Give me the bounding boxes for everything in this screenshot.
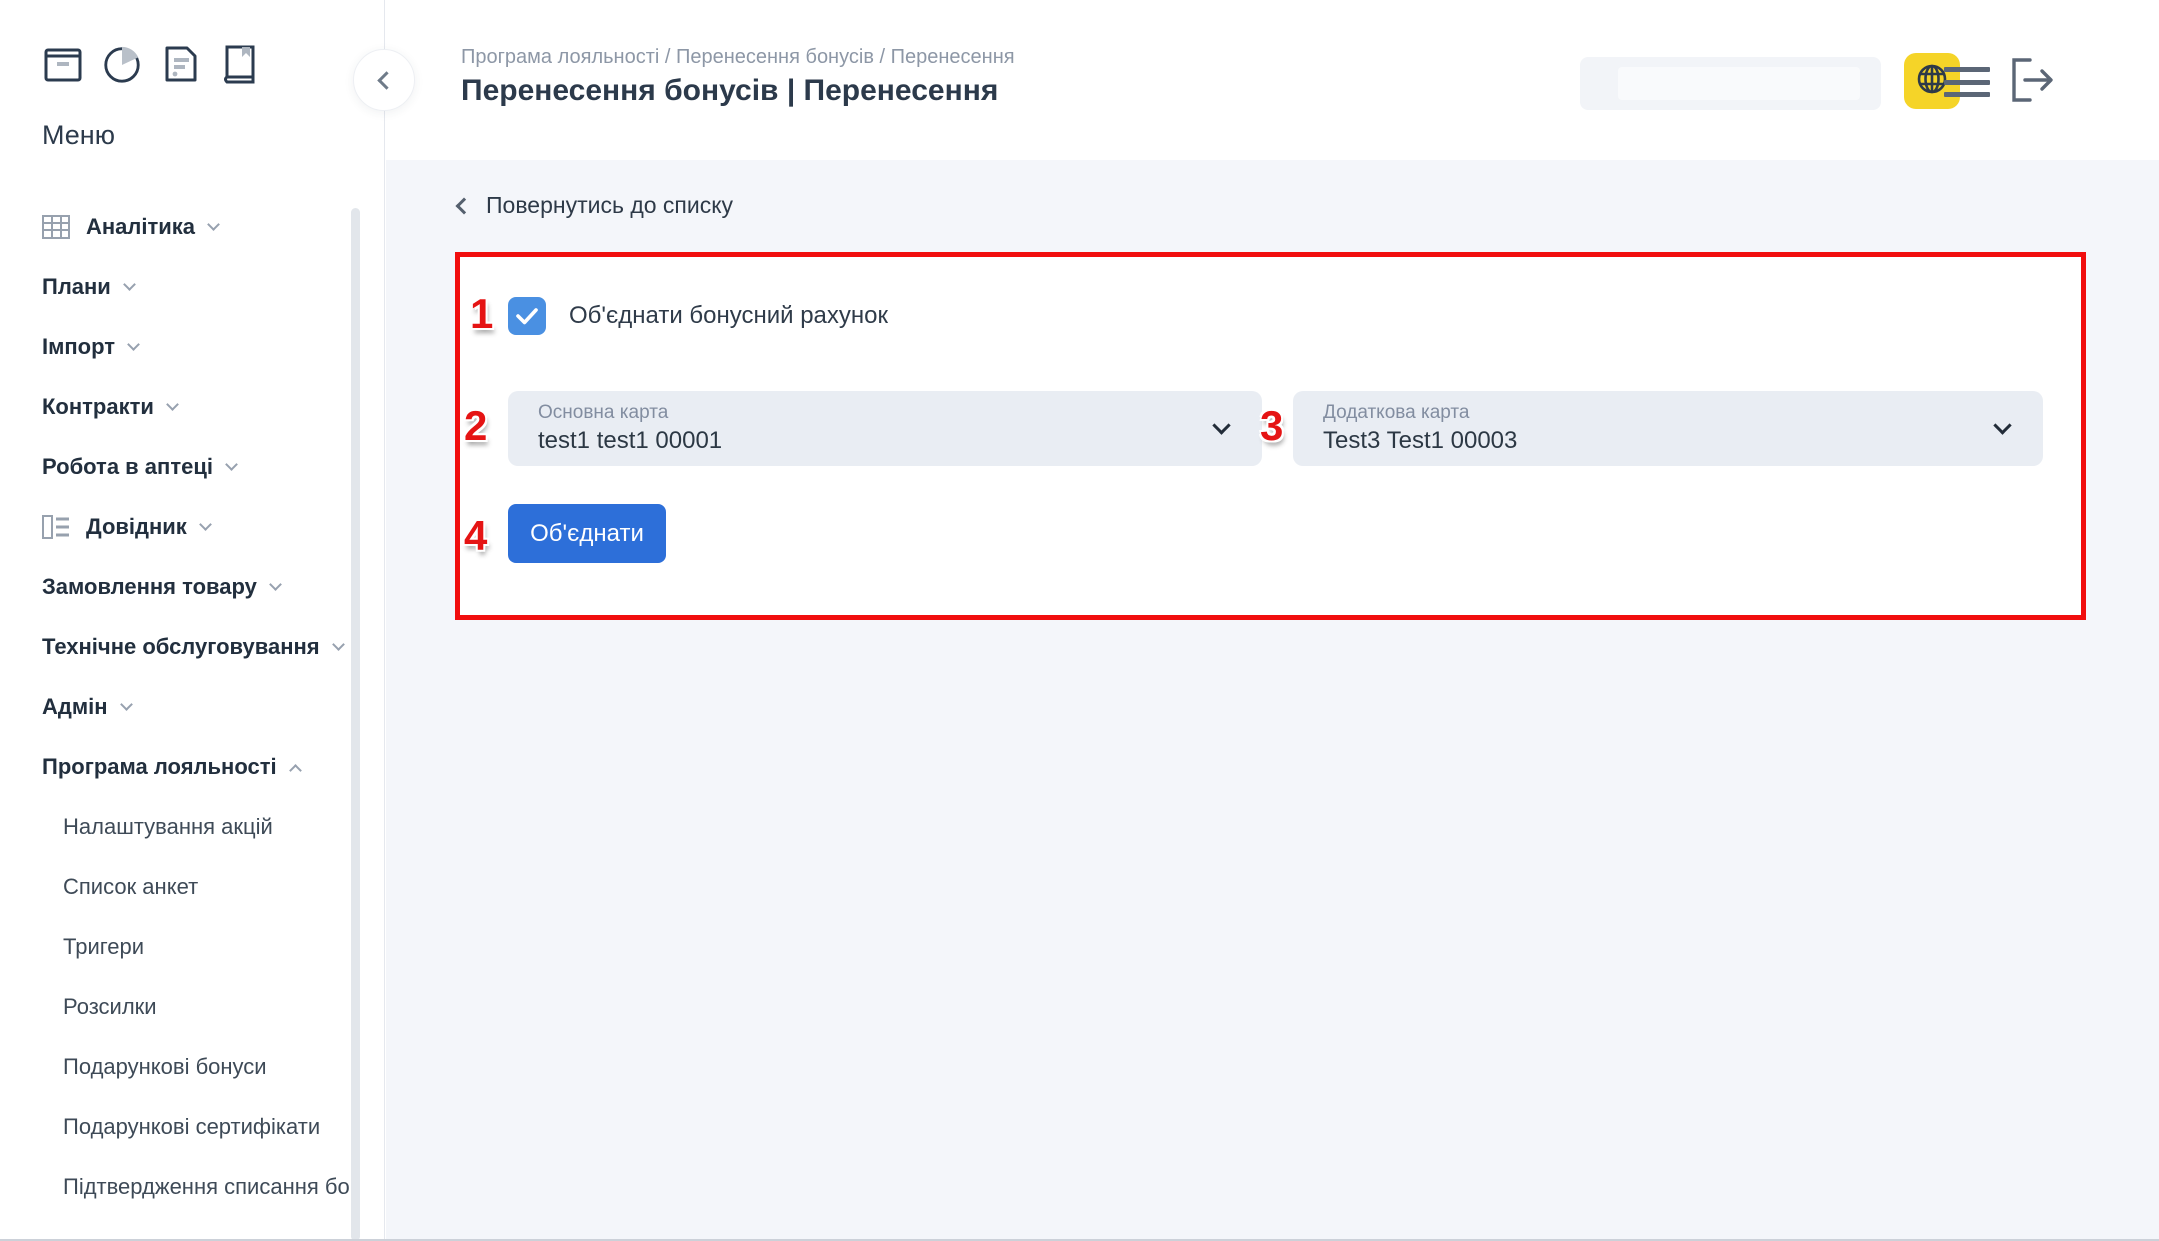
annotation-1: 1 [470, 290, 493, 338]
sidebar-item-label: Технічне обслуговування [42, 634, 320, 660]
chevron-down-icon [123, 278, 136, 291]
sidebar-menu-list: Аналітика Плани Імпорт Контракти Робота … [0, 197, 385, 1217]
chevron-left-icon [456, 197, 473, 214]
book-icon[interactable] [219, 42, 261, 86]
chevron-up-icon [289, 764, 302, 777]
chevron-down-icon [207, 218, 220, 231]
annotation-3: 3 [1260, 402, 1283, 450]
sidebar-item-loyalty-program[interactable]: Програма лояльності [0, 737, 385, 797]
sidebar-item-label: Імпорт [42, 334, 115, 360]
logout-icon[interactable] [2006, 52, 2060, 108]
sidebar-item-label: Контракти [42, 394, 154, 420]
chevron-down-icon [225, 458, 238, 471]
table-grid-icon [42, 215, 72, 239]
breadcrumb: Програма лояльності / Перенесення бонусі… [461, 46, 1015, 69]
annotated-form-region: 1 Об'єднати бонусний рахунок 2 Основна к… [455, 252, 2086, 620]
sidebar-item-directory[interactable]: Довідник [0, 497, 385, 557]
back-link-label: Повернутись до списку [486, 192, 733, 219]
chevron-left-icon [377, 71, 395, 89]
pie-chart-icon[interactable] [101, 42, 143, 86]
sidebar-item-import[interactable]: Імпорт [0, 317, 385, 377]
main-content: Повернутись до списку 1 Об'єднати бонусн… [386, 160, 2159, 1241]
chevron-down-icon [1993, 416, 2011, 434]
sidebar-collapse-button[interactable] [353, 49, 415, 111]
chevron-down-icon [199, 518, 212, 531]
sidebar-item-label: Робота в аптеці [42, 454, 213, 480]
sidebar-item-pharmacy-work[interactable]: Робота в аптеці [0, 437, 385, 497]
list-rows-icon [42, 515, 72, 539]
chevron-down-icon [127, 338, 140, 351]
hamburger-menu-icon[interactable] [1944, 67, 1990, 97]
back-to-list-link[interactable]: Повернутись до списку [458, 192, 733, 219]
sidebar-item-label: Замовлення товару [42, 574, 257, 600]
page: Меню Аналітика Плани Імпорт Контракти [0, 0, 2159, 1241]
sidebar-top-icons [42, 42, 261, 86]
merge-button[interactable]: Об'єднати [508, 504, 666, 563]
merge-checkbox-label: Об'єднати бонусний рахунок [569, 302, 888, 330]
merge-checkbox-row: Об'єднати бонусний рахунок [508, 297, 888, 335]
sidebar-item-admin[interactable]: Адмін [0, 677, 385, 737]
sidebar-item-label: Програма лояльності [42, 754, 277, 780]
sidebar-item-analytics[interactable]: Аналітика [0, 197, 385, 257]
sidebar-subitem-bonus-writeoff-confirm[interactable]: Підтвердження списання бону… [0, 1157, 360, 1217]
sidebar-subitem-mailings[interactable]: Розсилки [0, 977, 360, 1037]
secondary-card-select[interactable]: Додаткова карта Test3 Test1 00003 [1293, 391, 2043, 466]
sidebar-item-label: Адмін [42, 694, 108, 720]
sidebar-item-plans[interactable]: Плани [0, 257, 385, 317]
sidebar: Меню Аналітика Плани Імпорт Контракти [0, 0, 385, 1241]
secondary-card-label: Додаткова карта [1323, 402, 1470, 424]
secondary-card-value: Test3 Test1 00003 [1323, 427, 1517, 455]
primary-card-value: test1 test1 00001 [538, 427, 722, 455]
sidebar-item-contracts[interactable]: Контракти [0, 377, 385, 437]
sidebar-subitem-promo-settings[interactable]: Налаштування акцій [0, 797, 360, 857]
page-title: Перенесення бонусів | Перенесення [461, 74, 998, 108]
checkmark-icon [516, 307, 538, 325]
sidebar-menu-title: Меню [42, 120, 115, 151]
sidebar-subitem-gift-bonuses[interactable]: Подарункові бонуси [0, 1037, 360, 1097]
search-input[interactable] [1580, 57, 1881, 110]
chevron-down-icon [332, 638, 345, 651]
sidebar-item-goods-order[interactable]: Замовлення товару [0, 557, 385, 617]
archive-box-icon[interactable] [42, 42, 84, 86]
chevron-down-icon [269, 578, 282, 591]
sidebar-item-label: Довідник [86, 514, 187, 540]
primary-card-select[interactable]: Основна карта test1 test1 00001 [508, 391, 1262, 466]
sidebar-item-label: Плани [42, 274, 111, 300]
sidebar-item-maintenance[interactable]: Технічне обслуговування [0, 617, 385, 677]
chevron-down-icon [1212, 416, 1230, 434]
primary-card-label: Основна карта [538, 402, 668, 424]
document-icon[interactable] [160, 42, 202, 86]
chevron-down-icon [120, 698, 133, 711]
sidebar-subitem-triggers[interactable]: Тригери [0, 917, 360, 977]
header: Програма лояльності / Перенесення бонусі… [386, 0, 2159, 160]
sidebar-scrollbar[interactable] [351, 208, 360, 1241]
chevron-down-icon [166, 398, 179, 411]
annotation-2: 2 [464, 402, 487, 450]
merge-bonus-checkbox[interactable] [508, 297, 546, 335]
sidebar-subitem-gift-certificates[interactable]: Подарункові сертифікати [0, 1097, 360, 1157]
sidebar-item-label: Аналітика [86, 214, 195, 240]
sidebar-subitem-questionnaire-list[interactable]: Список анкет [0, 857, 360, 917]
annotation-4: 4 [464, 512, 487, 560]
